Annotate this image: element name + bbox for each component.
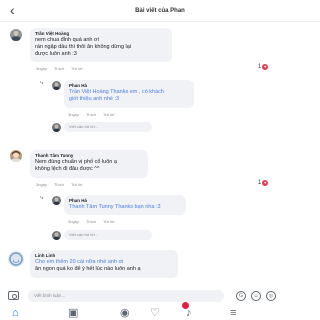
avatar[interactable]: [52, 81, 61, 90]
like-link[interactable]: Thích: [86, 112, 96, 117]
like-link[interactable]: Thích: [54, 66, 64, 71]
comment-text: Thanh Tâm Tunny Thanks bạn nha :3: [69, 204, 161, 210]
like-link[interactable]: Thích: [54, 182, 64, 187]
reply-input[interactable]: Viết câu trả lời...: [64, 122, 152, 132]
camera-icon[interactable]: [8, 291, 19, 300]
like-link[interactable]: Thích: [86, 219, 96, 224]
comment-composer: Viết bình luận... G ☺ ◎: [0, 286, 320, 306]
reaction-count[interactable]: 1 ♥: [258, 180, 269, 186]
timestamp: 3ngày: [36, 182, 47, 187]
comment-bubble: Trần Việt Hoàng nem chua đỉnh quá anh ơi…: [30, 28, 172, 62]
sticker-icon[interactable]: ◎: [266, 291, 276, 301]
reaction-count[interactable]: 1 ♥: [258, 64, 269, 70]
reply-link[interactable]: Trả lời: [71, 182, 82, 187]
marketplace-icon[interactable]: ♡: [150, 307, 160, 319]
svg-text:◡: ◡: [13, 255, 20, 264]
timestamp: 3ngày: [68, 219, 79, 224]
video-icon[interactable]: ▣: [68, 307, 78, 319]
menu-icon[interactable]: ≡: [230, 307, 236, 319]
comment-meta: 3ngày Thích Trả lời: [36, 66, 88, 71]
reply-bubble: Phan Hà Thanh Tâm Tunny Thanks bạn nha :…: [64, 195, 186, 215]
reply-arrow-icon: ⤷: [40, 80, 44, 86]
comment-input[interactable]: Viết bình luận...: [28, 290, 224, 302]
comment-bubble: Thanh Tâm Tunny Nem đúng chuẩn vị phố cổ…: [30, 150, 148, 178]
comment-text: Nem đúng chuẩn vị phố cổ luôn ạ: [35, 159, 117, 165]
notification-badge: [182, 302, 189, 309]
comment-meta: 3ngày Thích Trả lời: [68, 219, 120, 224]
reply-bubble: Phan Hà Trần Việt Hoàng Thanks em , có k…: [64, 80, 194, 108]
timestamp: 3ngày: [68, 112, 79, 117]
avatar: [52, 231, 61, 240]
avatar[interactable]: [52, 196, 61, 205]
reply-link[interactable]: Trả lời: [71, 66, 82, 71]
comment-text: ăn ngon quá ko để ý hết lúc nào luôn anh…: [35, 266, 141, 272]
avatar[interactable]: ◡: [8, 251, 24, 267]
reply-link[interactable]: Trả lời: [103, 219, 114, 224]
comment-text: Cho em thêm 20 cái nữa nhé anh ơi: [35, 259, 124, 265]
page-title: Bài viết của Phan: [135, 7, 185, 14]
messenger-icon[interactable]: ◉: [120, 307, 130, 319]
reply-input[interactable]: Viết câu trả lời...: [64, 230, 152, 240]
heart-icon: ♥: [262, 180, 269, 186]
comment-text: Trần Việt Hoàng Thanks em , có khách: [69, 89, 164, 95]
timestamp: 3ngày: [36, 66, 47, 71]
reply-link[interactable]: Trả lời: [103, 112, 114, 117]
comment-bubble: Linh Linh Cho em thêm 20 cái nữa nhé anh…: [30, 250, 178, 278]
gif-icon[interactable]: G: [236, 291, 246, 301]
comment-meta: 3ngày Thích Trả lời: [68, 112, 120, 117]
avatar[interactable]: [10, 29, 22, 41]
comment-text: nem chua đỉnh quá anh ơi: [35, 37, 99, 43]
comment-meta: 3ngày Thích Trả lời: [36, 182, 88, 187]
heart-icon: ♥: [262, 64, 269, 70]
comment-text: rán ngập dầu thì thôi ăn không dừng lại: [35, 44, 132, 50]
avatar: [52, 123, 61, 132]
bottom-nav: ⌂ ▣ ◉ ♡ ♪ ≡: [0, 306, 320, 320]
comment-text: được luôn anh :3: [35, 51, 77, 57]
top-bar: ‹ Bài viết của Phan: [0, 0, 320, 22]
home-icon[interactable]: ⌂: [12, 307, 19, 319]
emoji-icon[interactable]: ☺: [251, 291, 261, 301]
avatar[interactable]: [10, 150, 22, 162]
chevron-left-icon[interactable]: ‹: [10, 3, 15, 17]
comment-text: không lệch đi đâu được ^^: [35, 166, 100, 172]
notifications-icon[interactable]: ♪: [186, 307, 192, 319]
reply-arrow-icon: ⤷: [40, 195, 44, 201]
comment-text: giới thiệu anh nhé :3: [69, 96, 120, 102]
